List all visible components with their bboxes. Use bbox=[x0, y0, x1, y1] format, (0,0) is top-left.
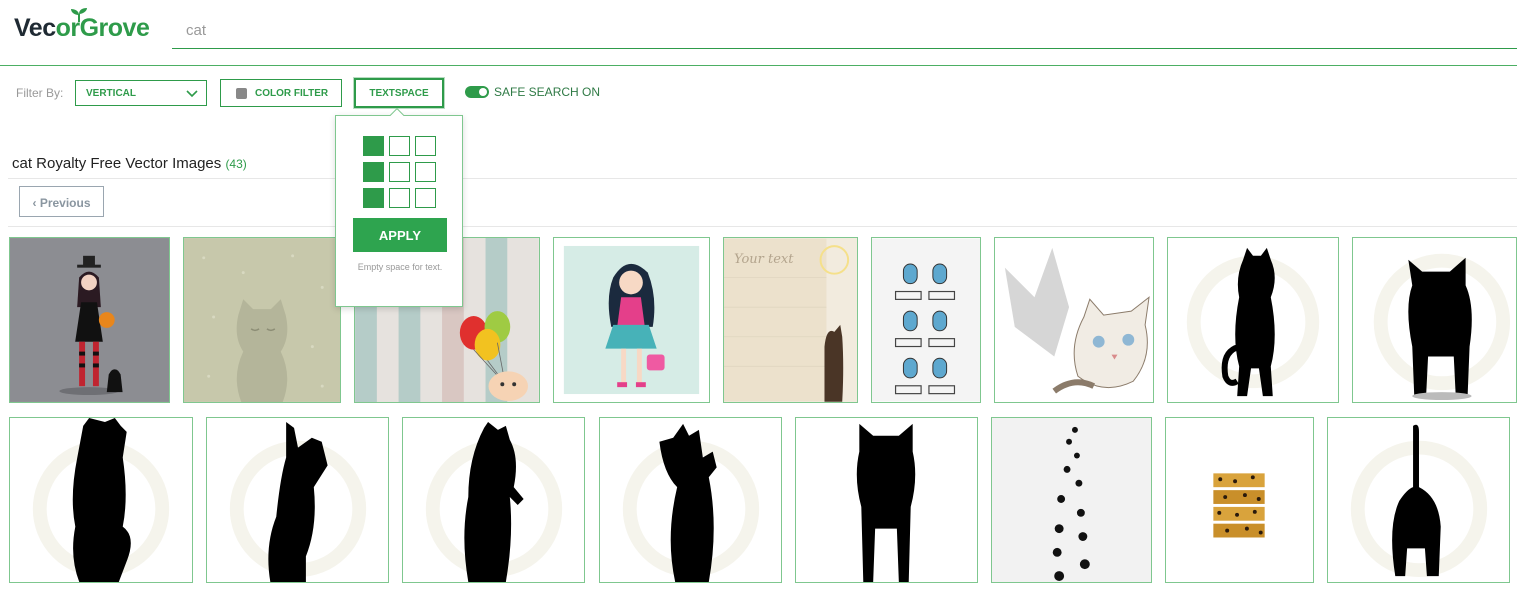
textspace-popup: APPLY Empty space for text. bbox=[335, 107, 463, 307]
cat-silhouette-upright-image bbox=[403, 418, 584, 582]
divider bbox=[8, 226, 1517, 227]
textspace-cell[interactable] bbox=[389, 136, 410, 156]
thumbnail[interactable] bbox=[795, 417, 978, 583]
building-windows-image bbox=[872, 238, 980, 402]
thumbnail-caption: Your text bbox=[734, 252, 794, 267]
logo-text-part1: Vec bbox=[14, 14, 56, 42]
thumbnail[interactable] bbox=[1352, 237, 1517, 403]
orientation-select-value: VERTICAL bbox=[86, 88, 136, 99]
cat-silhouette-stretching-image bbox=[1168, 238, 1338, 402]
orientation-select[interactable]: VERTICAL bbox=[75, 80, 207, 106]
color-filter-button[interactable]: COLOR FILTER bbox=[220, 79, 342, 107]
textspace-cell[interactable] bbox=[415, 136, 436, 156]
safe-search-toggle[interactable] bbox=[465, 86, 489, 98]
thumbnail[interactable] bbox=[183, 237, 341, 403]
textspace-cell[interactable] bbox=[415, 162, 436, 182]
search-input[interactable] bbox=[172, 12, 1517, 49]
cat-with-shadow-image bbox=[995, 238, 1153, 402]
cat-silhouette-front-image bbox=[796, 418, 977, 582]
thumbnail[interactable] bbox=[206, 417, 389, 583]
logo[interactable]: VecorGrove bbox=[14, 8, 150, 43]
textspace-hint: Empty space for text. bbox=[357, 262, 443, 272]
header: VecorGrove bbox=[0, 0, 1517, 66]
textspace-button[interactable]: TEXTSPACE bbox=[354, 78, 444, 108]
sleepy-cat-image bbox=[184, 238, 340, 402]
textspace-cell[interactable] bbox=[363, 188, 384, 208]
cat-silhouette-tail-up-image bbox=[1328, 418, 1509, 582]
color-swatch-icon bbox=[236, 88, 247, 99]
thumbnail[interactable] bbox=[991, 417, 1152, 583]
textspace-cell[interactable] bbox=[415, 188, 436, 208]
cat-silhouette-looking-up-image bbox=[600, 418, 781, 582]
divider bbox=[8, 178, 1517, 179]
apply-button[interactable]: APPLY bbox=[353, 218, 447, 252]
thumbnail[interactable] bbox=[994, 237, 1154, 403]
popup-arrow bbox=[389, 107, 405, 123]
textspace-cell[interactable] bbox=[389, 188, 410, 208]
thumbnail[interactable] bbox=[9, 417, 193, 583]
cat-silhouette-reaching-image bbox=[10, 418, 192, 582]
thumbnail[interactable] bbox=[9, 237, 170, 403]
thumbnail[interactable] bbox=[553, 237, 710, 403]
thumbnail[interactable] bbox=[1327, 417, 1510, 583]
leaf-sprout-icon bbox=[71, 8, 87, 22]
thumbnail[interactable]: Your text bbox=[723, 237, 858, 403]
results-count: (43) bbox=[225, 157, 247, 171]
textspace-label: TEXTSPACE bbox=[369, 88, 429, 99]
safe-search-label: SAFE SEARCH ON bbox=[494, 85, 601, 99]
thumbnail[interactable] bbox=[402, 417, 585, 583]
previous-page-button[interactable]: ‹ Previous bbox=[19, 186, 104, 217]
leopard-print-strips-image bbox=[1166, 418, 1313, 582]
textspace-cell[interactable] bbox=[389, 162, 410, 182]
color-filter-label: COLOR FILTER bbox=[255, 88, 329, 99]
textspace-cell[interactable] bbox=[363, 136, 384, 156]
cat-silhouette-standing-image bbox=[1353, 238, 1516, 402]
thumbnail[interactable] bbox=[1165, 417, 1314, 583]
results-heading: cat Royalty Free Vector Images (43) bbox=[12, 155, 247, 172]
thumbnail[interactable] bbox=[871, 237, 981, 403]
results-title: cat Royalty Free Vector Images bbox=[12, 155, 222, 172]
textspace-cell[interactable] bbox=[363, 162, 384, 182]
thumbnail[interactable] bbox=[599, 417, 782, 583]
chevron-down-icon bbox=[186, 90, 198, 98]
filter-by-label: Filter By: bbox=[16, 86, 64, 100]
cat-paw-prints-image bbox=[992, 418, 1151, 582]
gothic-girl-image bbox=[10, 238, 169, 402]
thumbnail[interactable] bbox=[1167, 237, 1339, 403]
girl-with-handbag-image bbox=[554, 238, 709, 402]
cat-silhouette-pawing-image bbox=[207, 418, 388, 582]
